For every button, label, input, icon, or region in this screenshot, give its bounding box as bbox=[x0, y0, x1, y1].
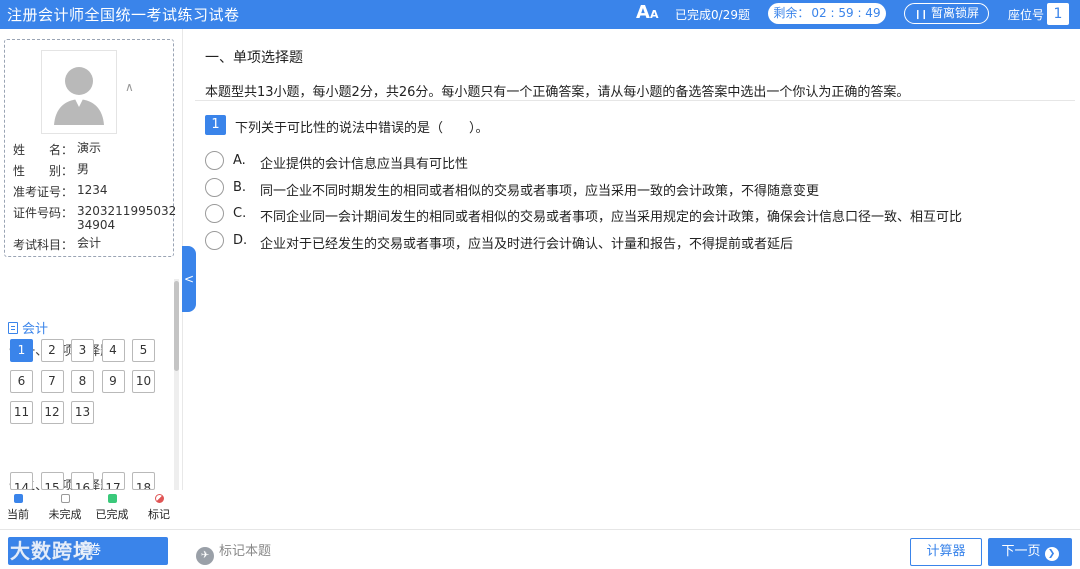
radio-b[interactable] bbox=[205, 178, 224, 197]
chevron-up-icon[interactable]: ∧ bbox=[125, 80, 134, 94]
calculator-button[interactable]: 计算器 bbox=[910, 538, 982, 566]
question-nav-button[interactable]: 9 bbox=[101, 370, 125, 393]
scrollbar-thumb[interactable] bbox=[174, 281, 179, 371]
question-nav-button[interactable]: 4 bbox=[101, 339, 125, 362]
question-nav-button[interactable]: 6 bbox=[10, 370, 33, 393]
radio-c[interactable] bbox=[205, 204, 224, 223]
pin-icon: ✈ bbox=[196, 547, 214, 565]
watermark: 大数跨境 bbox=[10, 539, 94, 563]
footer-bar: 交卷 大数跨境 ✈ 标记本题 计算器 下一页 ❯ bbox=[0, 529, 1080, 569]
question-nav-button[interactable]: 1 bbox=[10, 339, 33, 362]
seat-label: 座位号 bbox=[1008, 8, 1045, 22]
question-number: 1 bbox=[205, 115, 226, 135]
section-description: 本题型共13小题，每小题2分，共26分。每小题只有一个正确答案，请从每小题的备选… bbox=[205, 85, 910, 100]
mark-question-button[interactable]: ✈ 标记本题 bbox=[196, 540, 271, 565]
id-row: 证件号码： 320321199503234904 bbox=[13, 204, 177, 232]
question-nav-button[interactable]: 13 bbox=[71, 401, 94, 424]
question-panel: 一、单项选择题 本题型共13小题，每小题2分，共26分。每小题只有一个正确答案，… bbox=[195, 29, 1080, 529]
collapse-sidebar-button[interactable]: < bbox=[182, 246, 196, 312]
question-nav-button[interactable]: 2 bbox=[40, 339, 64, 362]
question-nav-button[interactable]: 18 bbox=[132, 472, 155, 490]
question-nav-button[interactable]: 8 bbox=[71, 370, 94, 393]
subject-heading: 会计 bbox=[8, 318, 48, 337]
id-number: 320321199503234904 bbox=[77, 204, 177, 232]
question-nav-button[interactable]: 14 bbox=[10, 472, 33, 490]
question-nav-button[interactable]: 16 bbox=[71, 472, 94, 490]
radio-d[interactable] bbox=[205, 231, 224, 250]
question-nav-button[interactable]: 3 bbox=[71, 339, 94, 362]
progress-text: 已完成0/29题 bbox=[675, 8, 750, 22]
lock-screen-button[interactable]: ❙❙ 暂离锁屏 bbox=[904, 3, 989, 24]
question-nav-button[interactable]: 15 bbox=[40, 472, 64, 490]
chevron-left-icon: < bbox=[183, 272, 195, 286]
document-icon bbox=[8, 322, 18, 334]
legend-complete: 已完成 bbox=[92, 494, 132, 522]
font-size-icon[interactable]: AA bbox=[636, 2, 658, 23]
legend-marked: 标记 bbox=[139, 494, 179, 522]
seat-number: 1 bbox=[1047, 3, 1069, 25]
question-nav-button[interactable]: 11 bbox=[10, 401, 33, 424]
candidate-name: 演示 bbox=[77, 141, 102, 155]
admission-row: 准考证号： 1234 bbox=[13, 183, 108, 200]
exam-title: 注册会计师全国统一考试练习试卷 bbox=[7, 6, 240, 24]
sidebar: ∧ 姓 名： 演示 性 别：男 准考证号： 1234 证件号码： 3203211995… bbox=[0, 29, 183, 529]
question-text: 下列关于可比性的说法中错误的是（ ）。 bbox=[235, 121, 489, 136]
avatar bbox=[41, 50, 117, 134]
status-legend: 当前 未完成 已完成 标记 bbox=[0, 490, 183, 529]
countdown-timer: 剩余： 02 : 59 : 49 bbox=[768, 3, 886, 24]
subject-row: 考试科目： 会计 bbox=[13, 236, 101, 253]
admission-number: 1234 bbox=[77, 183, 108, 197]
legend-incomplete: 未完成 bbox=[45, 494, 85, 522]
question-nav-button[interactable]: 10 bbox=[132, 370, 155, 393]
question-nav-button[interactable]: 12 bbox=[40, 401, 64, 424]
question-nav-button[interactable]: 5 bbox=[132, 339, 155, 362]
user-icon bbox=[54, 67, 104, 125]
pause-icon: ❙❙ bbox=[913, 10, 928, 20]
name-row: 姓 名： 演示 bbox=[13, 141, 101, 158]
candidate-gender: 男 bbox=[77, 162, 90, 176]
radio-a[interactable] bbox=[205, 151, 224, 170]
question-nav-button[interactable]: 17 bbox=[101, 472, 125, 490]
legend-current: 当前 bbox=[0, 494, 38, 522]
arrow-right-icon: ❯ bbox=[1044, 547, 1059, 561]
divider bbox=[195, 100, 1075, 101]
question-nav-button[interactable]: 7 bbox=[40, 370, 64, 393]
exam-subject: 会计 bbox=[77, 236, 102, 250]
gender-row: 性 别：男 bbox=[13, 162, 89, 179]
next-page-button[interactable]: 下一页 ❯ bbox=[988, 538, 1072, 566]
top-bar: 注册会计师全国统一考试练习试卷 AA 已完成0/29题 剩余： 02 : 59 :… bbox=[0, 0, 1080, 29]
section-title: 一、单项选择题 bbox=[205, 50, 303, 66]
candidate-profile: ∧ 姓 名： 演示 性 别：男 准考证号： 1234 证件号码： 3203211995… bbox=[4, 39, 177, 257]
